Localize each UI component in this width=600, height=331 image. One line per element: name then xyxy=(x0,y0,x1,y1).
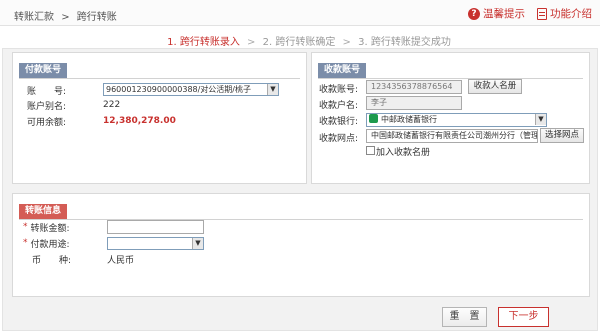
currency-value: 人民币 xyxy=(107,255,135,266)
chevron-down-icon: ▼ xyxy=(535,114,546,125)
currency-label: 币 种: xyxy=(32,255,72,266)
intro-link-label: 功能介绍 xyxy=(550,8,592,20)
step-2: 2. 跨行转账确定 xyxy=(262,37,336,48)
bank-logo-icon xyxy=(369,114,378,123)
divider xyxy=(318,78,583,79)
divider xyxy=(19,219,583,220)
payer-alias-label: 账户别名: xyxy=(27,101,67,112)
transfer-panel: 转账信息 * 转账金额: * 付款用途: ▼ 币 种: 人民币 xyxy=(12,193,590,297)
divider xyxy=(19,78,300,79)
step-separator: > xyxy=(247,37,256,48)
payee-name-input[interactable]: 李子 xyxy=(366,96,462,110)
payee-name-label: 收款户名: xyxy=(319,100,359,111)
payer-account-label: 账 号: xyxy=(27,86,67,97)
payer-account-select[interactable]: 960001230900000388/对公活期/桃子 ▼ xyxy=(103,83,279,96)
payer-alias-value: 222 xyxy=(103,100,121,110)
step-1: 1. 跨行转账录入 xyxy=(167,37,240,48)
payer-alias-value-row: 222 xyxy=(103,98,120,112)
currency-row: 币 种: xyxy=(32,252,71,266)
payee-branch-label: 收款网点: xyxy=(319,133,359,144)
breadcrumb-separator: > xyxy=(61,12,70,23)
chevron-down-icon: ▼ xyxy=(267,84,278,95)
amount-label: 转账金额: xyxy=(30,223,70,234)
payer-balance-row: 可用余额: xyxy=(27,114,66,128)
add-to-roster-row: 加入收款名册 xyxy=(376,144,430,158)
payer-balance-value-row: 12,380,278.00 xyxy=(103,114,176,128)
payee-bank-label: 收款银行: xyxy=(319,116,359,127)
payee-branch-row: 收款网点: xyxy=(319,130,358,144)
top-links: ? 温馨提示 功能介绍 xyxy=(468,6,592,21)
breadcrumb-current: 跨行转账 xyxy=(76,12,117,23)
payee-account-row: 收款账号: xyxy=(319,81,358,95)
purpose-label: 付款用途: xyxy=(30,239,70,250)
step-indicator: 1. 跨行转账录入 > 2. 跨行转账确定 > 3. 跨行转账提交成功 xyxy=(0,33,600,48)
payer-account-row: 账 号: xyxy=(27,83,66,97)
intro-link[interactable]: 功能介绍 xyxy=(537,6,592,21)
amount-row: * 转账金额: xyxy=(23,220,70,234)
payee-account-input[interactable]: 1234356378876564 xyxy=(366,80,462,94)
payee-bank-value: 中邮政储蓄银行 xyxy=(381,115,437,124)
help-icon: ? xyxy=(468,7,480,20)
transfer-panel-title: 转账信息 xyxy=(19,204,68,219)
document-icon xyxy=(537,7,547,20)
payer-panel: 付款账号 账 号: 960001230900000388/对公活期/桃子 ▼ 账… xyxy=(12,52,307,184)
payee-bank-select[interactable]: 中邮政储蓄银行 ▼ xyxy=(366,113,547,127)
required-marker: * xyxy=(23,238,28,248)
payer-alias-row: 账户别名: xyxy=(27,98,66,112)
add-to-roster-checkbox[interactable] xyxy=(366,146,375,155)
help-link-label: 温馨提示 xyxy=(483,8,525,20)
step-3: 3. 跨行转账提交成功 xyxy=(358,37,451,48)
purpose-select[interactable]: ▼ xyxy=(107,237,204,250)
next-step-button[interactable]: 下一步 xyxy=(498,307,549,327)
payee-panel-title: 收款账号 xyxy=(318,63,367,78)
payee-bank-row: 收款银行: xyxy=(319,113,358,127)
select-branch-button[interactable]: 选择网点 xyxy=(540,128,584,143)
reset-button[interactable]: 重 置 xyxy=(442,307,487,327)
payer-balance-label: 可用余额: xyxy=(27,117,67,128)
breadcrumb: 转账汇款 > 跨行转账 xyxy=(14,8,121,23)
chevron-down-icon: ▼ xyxy=(192,238,203,249)
payer-balance-value: 12,380,278.00 xyxy=(103,116,176,126)
payee-panel: 收款账号 收款账号: 1234356378876564 收款人名册 收款户名: … xyxy=(311,52,590,184)
payer-account-value: 960001230900000388/对公活期/桃子 xyxy=(106,85,252,94)
amount-input[interactable] xyxy=(107,220,204,234)
required-marker: * xyxy=(23,222,28,232)
payee-branch-input[interactable]: 中国邮政储蓄银行有限责任公司潮州分行（管理 xyxy=(366,129,538,143)
purpose-row: * 付款用途: xyxy=(23,236,70,250)
step-separator: > xyxy=(342,37,351,48)
help-link[interactable]: ? 温馨提示 xyxy=(468,6,525,21)
payee-roster-button[interactable]: 收款人名册 xyxy=(468,79,522,94)
top-bar: 转账汇款 > 跨行转账 ? 温馨提示 功能介绍 xyxy=(0,0,600,26)
payee-account-label: 收款账号: xyxy=(319,84,359,95)
breadcrumb-parent[interactable]: 转账汇款 xyxy=(14,12,54,23)
payer-panel-title: 付款账号 xyxy=(19,63,68,78)
payee-name-row: 收款户名: xyxy=(319,97,358,111)
currency-value-row: 人民币 xyxy=(107,252,134,266)
add-to-roster-label: 加入收款名册 xyxy=(376,147,431,158)
